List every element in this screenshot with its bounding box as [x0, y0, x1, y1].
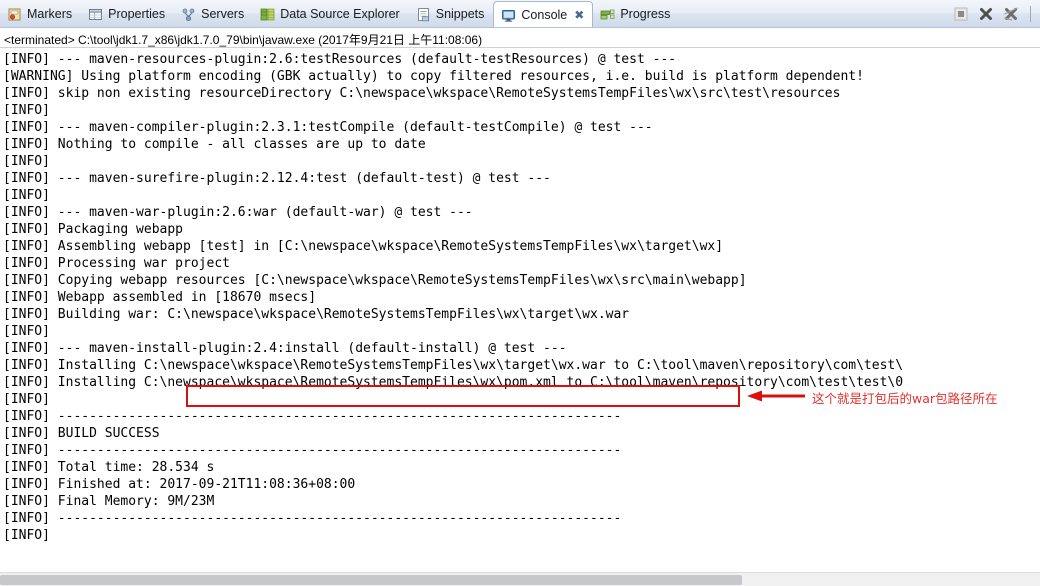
- properties-icon: [88, 7, 103, 22]
- toolbar-divider: [1030, 5, 1031, 22]
- console-line: [INFO]: [3, 324, 50, 339]
- horizontal-scrollbar[interactable]: [0, 572, 1040, 586]
- console-line: [INFO] Building war: C:\newspace\wkspace…: [3, 307, 630, 322]
- console-line: [INFO] Webapp assembled in [18670 msecs]: [3, 290, 317, 305]
- terminate-icon[interactable]: [953, 6, 969, 22]
- console-line: [INFO] Installing C:\newspace\wkspace\Re…: [3, 358, 904, 373]
- console-line: [INFO] --- maven-install-plugin:2.4:inst…: [3, 341, 567, 356]
- data-source-explorer-icon: [260, 7, 275, 22]
- console-line: [INFO]: [3, 528, 50, 543]
- annotation-arrow-icon: [747, 390, 805, 402]
- tab-console-label: Console: [521, 7, 568, 22]
- console-lines: [INFO] --- maven-resources-plugin:2.6:te…: [0, 49, 1040, 544]
- view-toolbar: [953, 0, 1040, 27]
- console-icon: [501, 8, 516, 23]
- remove-launch-icon[interactable]: [978, 6, 994, 22]
- tab-snippets[interactable]: Snippets: [409, 0, 494, 27]
- tab-console[interactable]: Console ✖: [493, 1, 594, 27]
- console-line: [INFO] ---------------------------------…: [3, 511, 622, 526]
- console-output[interactable]: [INFO] --- maven-resources-plugin:2.6:te…: [0, 49, 1040, 571]
- tab-properties-label: Properties: [108, 6, 166, 21]
- tab-properties[interactable]: Properties: [81, 0, 174, 27]
- console-line: [INFO] --- maven-compiler-plugin:2.3.1:t…: [3, 120, 653, 135]
- console-line: [INFO] Final Memory: 9M/23M: [3, 494, 215, 509]
- tab-data-source-explorer[interactable]: Data Source Explorer: [253, 0, 409, 27]
- eclipse-console-view: Markers Properties Servers Data Source E…: [0, 0, 1040, 586]
- tab-markers-label: Markers: [27, 6, 73, 21]
- console-line: [INFO]: [3, 103, 50, 118]
- console-line: [INFO] Copying webapp resources [C:\news…: [3, 273, 747, 288]
- console-line: [INFO] skip non existing resourceDirecto…: [3, 86, 841, 101]
- console-line: [INFO] --- maven-war-plugin:2.6:war (def…: [3, 205, 473, 220]
- tab-servers[interactable]: Servers: [174, 0, 253, 27]
- servers-icon: [181, 7, 196, 22]
- console-line: [WARNING] Using platform encoding (GBK a…: [3, 69, 864, 84]
- console-line: [INFO] --- maven-surefire-plugin:2.12.4:…: [3, 171, 551, 186]
- console-line: [INFO] --- maven-resources-plugin:2.6:te…: [3, 52, 677, 67]
- console-line: [INFO] Nothing to compile - all classes …: [3, 137, 426, 152]
- annotation-text: 这个就是打包后的war包路径所在: [812, 391, 998, 406]
- tab-data-source-explorer-label: Data Source Explorer: [280, 6, 400, 21]
- tab-progress-label: Progress: [620, 6, 671, 21]
- console-line: [INFO] Finished at: 2017-09-21T11:08:36+…: [3, 477, 356, 492]
- launch-configuration-line: <terminated> C:\tool\jdk1.7_x86\jdk1.7.0…: [0, 29, 1040, 48]
- console-line: [INFO] ---------------------------------…: [3, 409, 622, 424]
- console-line: [INFO]: [3, 154, 50, 169]
- tab-progress[interactable]: Progress: [593, 0, 679, 27]
- tab-snippets-label: Snippets: [435, 6, 485, 21]
- view-tabbar: Markers Properties Servers Data Source E…: [0, 0, 1040, 28]
- console-line: [INFO] ---------------------------------…: [3, 443, 622, 458]
- close-icon[interactable]: ✖: [574, 8, 584, 22]
- markers-icon: [7, 7, 22, 22]
- console-line: [INFO] Total time: 28.534 s: [3, 460, 215, 475]
- console-line: [INFO] Packaging webapp: [3, 222, 184, 237]
- progress-icon: [600, 7, 615, 22]
- horizontal-scrollbar-thumb[interactable]: [0, 575, 742, 585]
- tab-servers-label: Servers: [201, 6, 245, 21]
- console-line: [INFO] BUILD SUCCESS: [3, 426, 160, 441]
- remove-all-terminated-icon[interactable]: [1003, 6, 1019, 22]
- console-line: [INFO] Processing war project: [3, 256, 230, 271]
- console-line: [INFO] Assembling webapp [test] in [C:\n…: [3, 239, 724, 254]
- console-line: [INFO]: [3, 188, 50, 203]
- snippets-icon: [416, 7, 431, 22]
- tab-markers[interactable]: Markers: [0, 0, 81, 27]
